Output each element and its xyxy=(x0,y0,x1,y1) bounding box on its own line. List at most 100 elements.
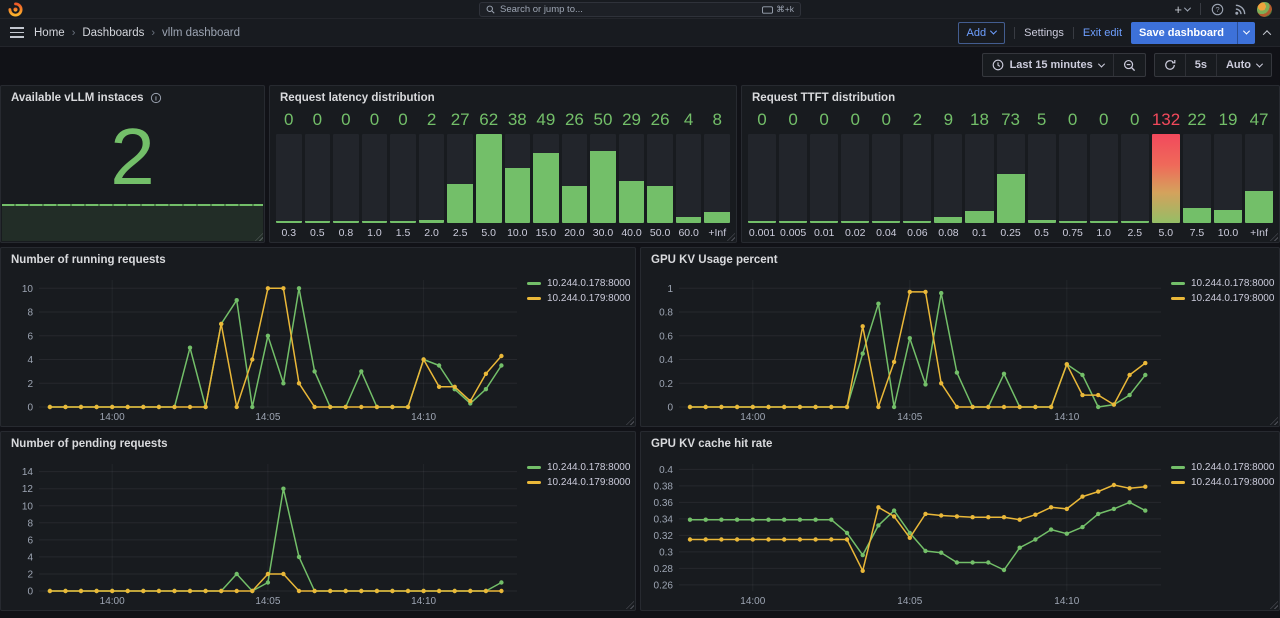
bar-gauge-cell: 1910.0 xyxy=(1214,110,1242,240)
bar-track[interactable] xyxy=(748,134,776,223)
bar-track[interactable] xyxy=(841,134,869,223)
bar-track[interactable] xyxy=(872,134,900,223)
bar-track[interactable] xyxy=(1059,134,1087,223)
bar-track[interactable] xyxy=(1214,134,1242,223)
global-search[interactable]: ⌘+k xyxy=(479,2,801,17)
auto-refresh-picker[interactable]: Auto xyxy=(1216,54,1271,76)
bar-bucket-label: 2.5 xyxy=(447,223,473,240)
bar-track[interactable] xyxy=(779,134,807,223)
legend-item[interactable]: 10.244.0.179:8000 xyxy=(1171,293,1275,304)
add-panel-button[interactable]: Add xyxy=(958,22,1006,44)
bar-track[interactable] xyxy=(676,134,702,223)
bar-fill xyxy=(533,153,559,223)
info-icon[interactable]: i xyxy=(150,92,162,104)
user-avatar[interactable] xyxy=(1257,2,1272,17)
panel-title[interactable]: Number of running requests xyxy=(1,248,635,272)
bar-track[interactable] xyxy=(1121,134,1149,223)
bar-value: 38 xyxy=(505,110,531,134)
bar-gauge-cell: 01.5 xyxy=(390,110,416,240)
bar-track[interactable] xyxy=(965,134,993,223)
bar-track[interactable] xyxy=(647,134,673,223)
panel-title[interactable]: Request latency distribution xyxy=(270,86,736,110)
bar-track[interactable] xyxy=(562,134,588,223)
bar-bucket-label: 10.0 xyxy=(505,223,531,240)
bar-track[interactable] xyxy=(1245,134,1273,223)
settings-button[interactable]: Settings xyxy=(1024,22,1064,44)
bar-bucket-label: 0.3 xyxy=(276,223,302,240)
bar-track[interactable] xyxy=(362,134,388,223)
panel-title[interactable]: GPU KV Usage percent xyxy=(641,248,1279,272)
bar-track[interactable] xyxy=(590,134,616,223)
save-options-toggle[interactable] xyxy=(1237,22,1255,44)
menu-toggle-icon[interactable] xyxy=(10,27,24,38)
bar-track[interactable] xyxy=(333,134,359,223)
clock-icon xyxy=(992,59,1004,71)
legend-item[interactable]: 10.244.0.178:8000 xyxy=(1171,462,1275,473)
divider xyxy=(1200,3,1201,15)
panel-title[interactable]: Available vLLM instaces i xyxy=(1,86,264,110)
collapse-toolbar-button[interactable] xyxy=(1264,30,1270,36)
series-color-swatch xyxy=(527,282,541,285)
news-button[interactable] xyxy=(1234,3,1247,16)
refresh-button[interactable] xyxy=(1155,54,1185,76)
legend-item[interactable]: 10.244.0.178:8000 xyxy=(527,462,631,473)
timeseries-plot-area[interactable]: 00.20.40.60.8114:0014:0514:10 xyxy=(647,272,1167,424)
bar-track[interactable] xyxy=(810,134,838,223)
breadcrumb-dashboards[interactable]: Dashboards xyxy=(82,27,144,39)
bar-bucket-label: 15.0 xyxy=(533,223,559,240)
help-icon: ? xyxy=(1211,3,1224,16)
svg-text:0.34: 0.34 xyxy=(654,514,674,525)
grafana-logo-icon[interactable] xyxy=(8,2,23,17)
timeseries-plot-area[interactable]: 0.260.280.30.320.340.360.380.414:0014:05… xyxy=(647,456,1167,608)
bar-value: 0 xyxy=(841,110,869,134)
bar-track[interactable] xyxy=(1028,134,1056,223)
bar-track[interactable] xyxy=(419,134,445,223)
add-new-button[interactable]: + xyxy=(1174,3,1190,16)
bar-bucket-label: 2.5 xyxy=(1121,223,1149,240)
series-name: 10.244.0.179:8000 xyxy=(547,477,630,488)
time-range-picker[interactable]: Last 15 minutes xyxy=(983,54,1113,76)
breadcrumb-home[interactable]: Home xyxy=(34,27,65,39)
bar-track[interactable] xyxy=(390,134,416,223)
bar-track[interactable] xyxy=(934,134,962,223)
bar-track[interactable] xyxy=(1152,134,1180,223)
bar-track[interactable] xyxy=(276,134,302,223)
bar-track[interactable] xyxy=(305,134,331,223)
bar-track[interactable] xyxy=(447,134,473,223)
legend-item[interactable]: 10.244.0.179:8000 xyxy=(1171,477,1275,488)
timeseries-plot-area[interactable]: 024681014:0014:0514:10 xyxy=(7,272,523,424)
bar-value: 0 xyxy=(1090,110,1118,134)
bar-track[interactable] xyxy=(997,134,1025,223)
bar-track[interactable] xyxy=(704,134,730,223)
bar-fill xyxy=(447,184,473,223)
legend-item[interactable]: 10.244.0.179:8000 xyxy=(527,477,631,488)
refresh-interval-value[interactable]: 5s xyxy=(1185,54,1216,76)
legend-item[interactable]: 10.244.0.178:8000 xyxy=(1171,278,1275,289)
bar-track[interactable] xyxy=(533,134,559,223)
panel-title[interactable]: Request TTFT distribution xyxy=(742,86,1279,110)
panel-title[interactable]: GPU KV cache hit rate xyxy=(641,432,1279,456)
svg-text:0.38: 0.38 xyxy=(654,481,674,492)
svg-text:14:05: 14:05 xyxy=(897,596,922,607)
zoom-out-button[interactable] xyxy=(1113,54,1145,76)
bar-fill xyxy=(276,221,302,223)
bar-track[interactable] xyxy=(1090,134,1118,223)
panel-title[interactable]: Number of pending requests xyxy=(1,432,635,456)
bar-track[interactable] xyxy=(505,134,531,223)
exit-edit-button[interactable]: Exit edit xyxy=(1083,22,1122,44)
legend-item[interactable]: 10.244.0.179:8000 xyxy=(527,293,631,304)
svg-text:14:10: 14:10 xyxy=(1054,596,1079,607)
legend-item[interactable]: 10.244.0.178:8000 xyxy=(527,278,631,289)
bar-value: 29 xyxy=(619,110,645,134)
bar-track[interactable] xyxy=(1183,134,1211,223)
timeseries-plot-area[interactable]: 0246810121414:0014:0514:10 xyxy=(7,456,523,608)
bar-track[interactable] xyxy=(903,134,931,223)
search-input[interactable] xyxy=(500,4,757,15)
bar-track[interactable] xyxy=(476,134,502,223)
svg-text:6: 6 xyxy=(27,535,33,546)
bar-gauge-cell: 8+Inf xyxy=(704,110,730,240)
svg-text:14:00: 14:00 xyxy=(100,412,125,423)
help-button[interactable]: ? xyxy=(1211,3,1224,16)
bar-track[interactable] xyxy=(619,134,645,223)
save-dashboard-button[interactable]: Save dashboard xyxy=(1131,22,1255,44)
